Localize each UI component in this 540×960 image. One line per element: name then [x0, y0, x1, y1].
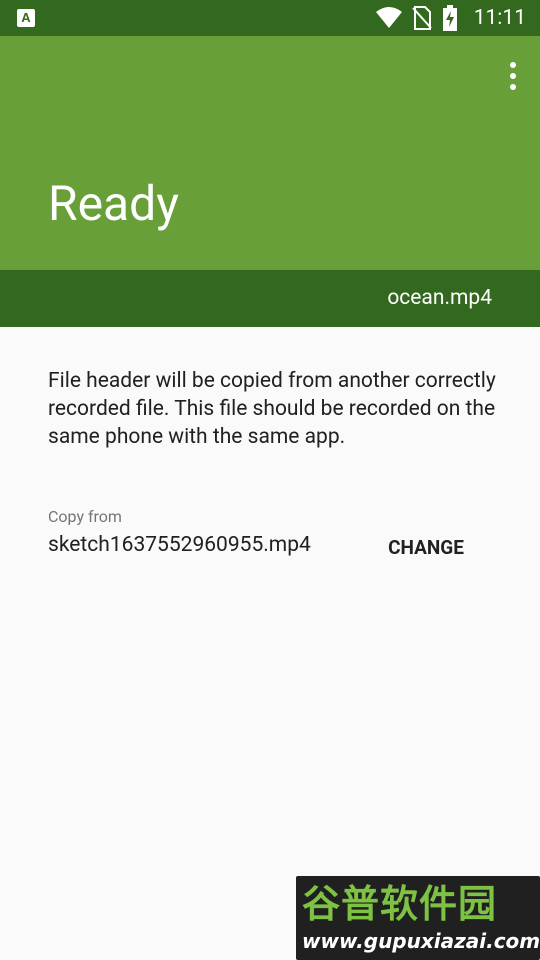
copy-from-label: Copy from [48, 507, 122, 526]
more-vert-icon[interactable] [506, 62, 520, 92]
description-text: File header will be copied from another … [48, 369, 496, 449]
battery-charging-icon [442, 5, 457, 31]
wifi-icon [375, 7, 402, 28]
file-bar: ocean.mp4 [0, 270, 540, 327]
no-sim-icon [411, 6, 432, 30]
copy-from-file: sketch1637552960955.mp4 [48, 533, 311, 557]
watermark-url: www.gupuxiazai.com [302, 929, 540, 953]
page-title: Ready [48, 175, 179, 232]
status-bar: A 11:11 [0, 0, 540, 36]
app-bar: Ready [0, 36, 540, 270]
app-notification-icon: A [17, 9, 35, 27]
clock: 11:11 [473, 6, 526, 30]
watermark-chinese-text: 谷普软件园 [302, 882, 498, 926]
file-name: ocean.mp4 [387, 286, 492, 310]
change-button[interactable]: CHANGE [372, 530, 480, 566]
watermark-logo: 谷普软件园 www.gupuxiazai.com [296, 876, 540, 960]
